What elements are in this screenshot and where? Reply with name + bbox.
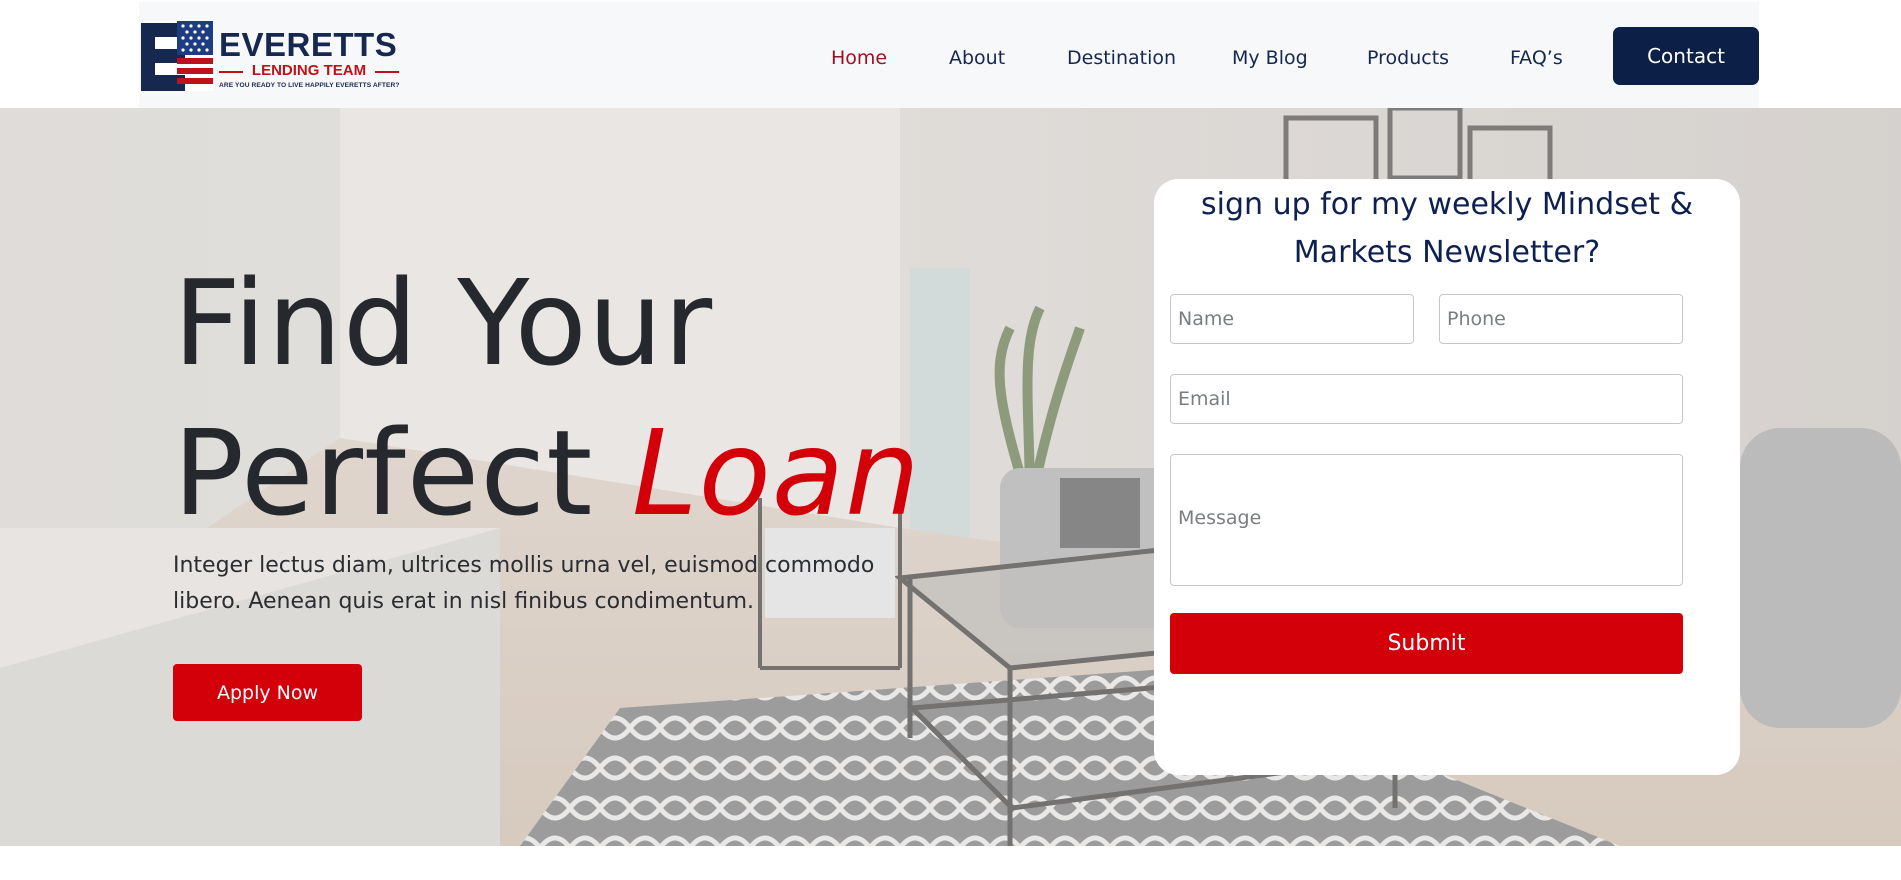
nav-destination[interactable]: Destination — [1067, 46, 1176, 70]
nav-products[interactable]: Products — [1367, 46, 1449, 70]
name-input[interactable] — [1170, 294, 1414, 344]
message-textarea[interactable] — [1170, 454, 1683, 586]
brand-logo[interactable]: EVERETTS LENDING TEAM ARE YOU READY TO L… — [139, 19, 409, 93]
hero-title-line1: Find Your — [173, 254, 714, 392]
brand-subtitle: LENDING TEAM — [219, 63, 399, 79]
nav-about[interactable]: About — [949, 46, 1005, 70]
nav-home[interactable]: Home — [831, 46, 887, 70]
hero-title-accent: Loan — [631, 404, 921, 542]
site-header: EVERETTS LENDING TEAM ARE YOU READY TO L… — [0, 0, 1901, 108]
form-title: sign up for my weekly Mindset & Markets … — [1201, 187, 1693, 270]
brand-tagline: ARE YOU READY TO LIVE HAPPILY EVERETTS A… — [219, 82, 400, 89]
hero-subtitle: Integer lectus diam, ultrices mollis urn… — [173, 553, 875, 614]
hero-title-plain: Perfect — [173, 404, 632, 542]
apply-now-button[interactable]: Apply Now — [173, 664, 362, 721]
page-bottom-strip — [0, 846, 1901, 880]
nav-my-blog[interactable]: My Blog — [1232, 46, 1308, 70]
contact-button[interactable]: Contact — [1613, 27, 1759, 85]
flag-e-logo-icon — [141, 21, 213, 91]
hero-title: Find Your Perfect Loan — [173, 248, 921, 548]
phone-input[interactable] — [1439, 294, 1683, 344]
hero-section: Find Your Perfect Loan Integer lectus di… — [0, 108, 1901, 846]
hero-title-line2: Perfect Loan — [173, 398, 921, 548]
nav-faqs[interactable]: FAQ’s — [1510, 46, 1563, 70]
submit-button[interactable]: Submit — [1170, 613, 1683, 674]
brand-name: EVERETTS — [219, 26, 398, 63]
email-input[interactable] — [1170, 374, 1683, 424]
newsletter-form: sign up for my weekly Mindset & Markets … — [1154, 179, 1740, 775]
header-container: EVERETTS LENDING TEAM ARE YOU READY TO L… — [139, 2, 1759, 108]
